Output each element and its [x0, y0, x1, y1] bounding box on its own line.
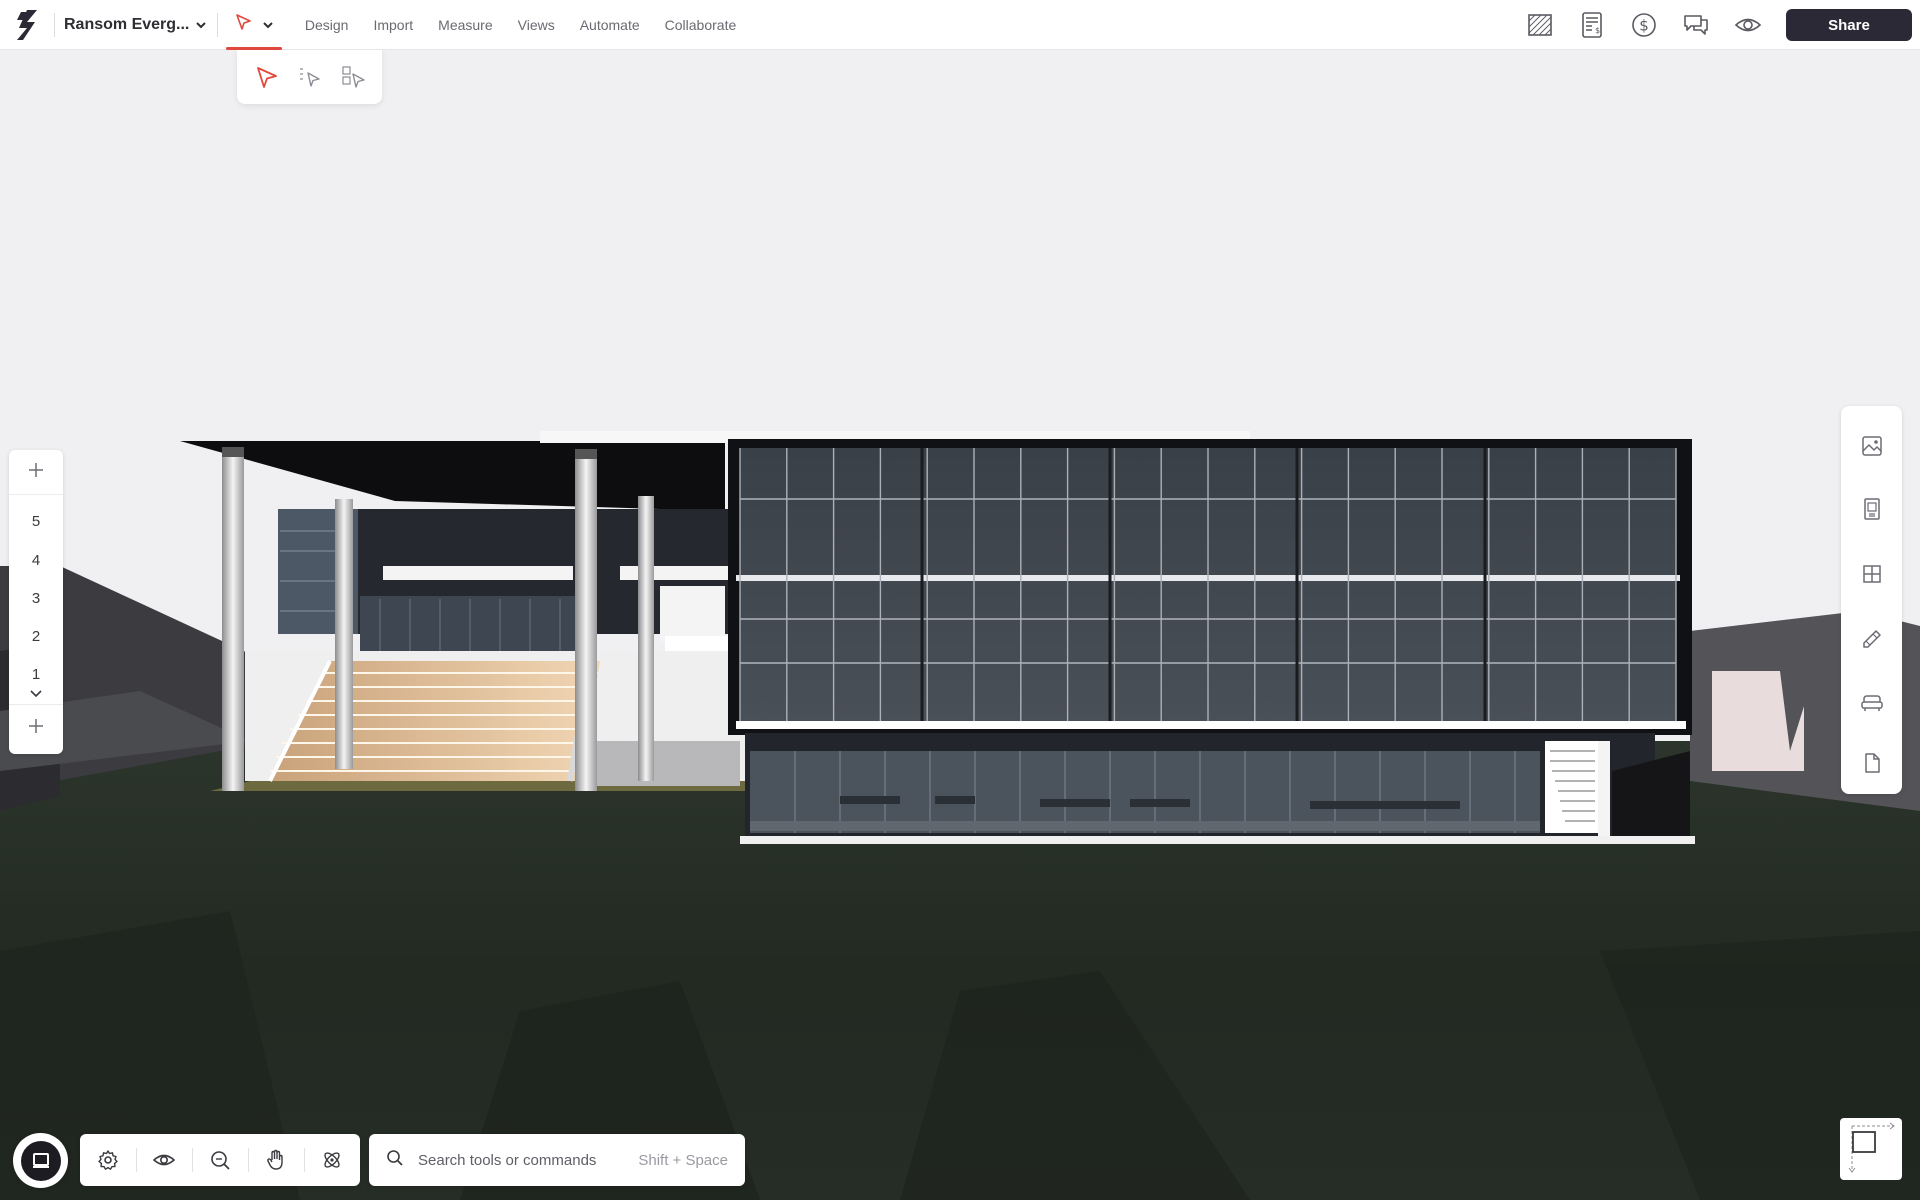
pencil-ruler-icon[interactable]: [1841, 609, 1902, 669]
multi-select-cursor-icon[interactable]: [292, 59, 328, 95]
divider: [9, 494, 63, 495]
selection-mode-popover: [237, 50, 382, 104]
share-button[interactable]: Share: [1786, 9, 1912, 41]
level-2[interactable]: 2: [9, 622, 63, 652]
elevator-icon[interactable]: [1841, 479, 1902, 539]
dollar-icon[interactable]: $: [1618, 0, 1670, 50]
search-shortcut-hint: Shift + Space: [638, 1151, 728, 1169]
hand-pan-icon[interactable]: [248, 1134, 304, 1186]
eye-icon[interactable]: [1722, 0, 1774, 50]
chevron-down-icon: [262, 19, 274, 31]
level-1[interactable]: 1: [9, 660, 63, 690]
view-toolbar: [80, 1134, 360, 1186]
add-level-above-button[interactable]: [9, 452, 63, 492]
menu-collaborate[interactable]: Collaborate: [652, 0, 749, 50]
chat-icon: [20, 1140, 61, 1181]
comments-icon[interactable]: [1670, 0, 1722, 50]
orbit-icon[interactable]: [304, 1134, 360, 1186]
divider: [217, 12, 219, 37]
divider: [9, 704, 63, 705]
add-level-below-button[interactable]: [9, 708, 63, 748]
selection-tool-button[interactable]: [226, 0, 283, 50]
chevron-down-icon: [195, 19, 207, 31]
window-grid-icon[interactable]: [1841, 544, 1902, 604]
cursor-arrow-icon: [234, 12, 254, 37]
level-selector-panel: 5 4 3 2 1: [9, 450, 63, 754]
search-placeholder: Search tools or commands: [418, 1151, 597, 1169]
top-bar: Ransom Everg... Design Import Measure Vi…: [0, 0, 1920, 50]
project-selector[interactable]: Ransom Everg...: [55, 0, 217, 50]
level-4[interactable]: 4: [9, 546, 63, 576]
menu-import[interactable]: Import: [361, 0, 426, 50]
right-tool-panel: [1841, 406, 1902, 794]
svg-text:$: $: [1639, 17, 1649, 35]
level-3[interactable]: 3: [9, 584, 63, 614]
top-right-actions: $ $ Share: [1514, 0, 1920, 50]
floor-plan-icon[interactable]: [1514, 0, 1566, 50]
plus-icon: [28, 462, 44, 483]
project-name: Ransom Everg...: [64, 15, 190, 33]
assistant-button[interactable]: [13, 1133, 68, 1188]
navigation-minimap[interactable]: [1840, 1118, 1902, 1180]
menu-automate[interactable]: Automate: [567, 0, 652, 50]
document-icon[interactable]: [1841, 733, 1902, 793]
level-5[interactable]: 5: [9, 507, 63, 537]
plus-icon: [28, 718, 44, 739]
image-render-icon[interactable]: [1841, 416, 1902, 476]
box-select-cursor-icon[interactable]: [335, 59, 371, 95]
main-menu: Design Import Measure Views Automate Col…: [292, 0, 748, 50]
app-logo-icon[interactable]: [0, 0, 54, 50]
settings-gear-icon[interactable]: [80, 1134, 136, 1186]
spreadsheet-cost-icon[interactable]: $: [1566, 0, 1618, 50]
chevron-down-icon[interactable]: [28, 687, 44, 701]
select-cursor-icon[interactable]: [249, 59, 285, 95]
menu-design[interactable]: Design: [292, 0, 361, 50]
sofa-icon[interactable]: [1841, 673, 1902, 733]
command-search-bar[interactable]: Search tools or commands Shift + Space: [369, 1134, 745, 1186]
menu-measure[interactable]: Measure: [426, 0, 505, 50]
3d-viewport[interactable]: [0, 51, 1920, 1200]
eye-visibility-icon[interactable]: [136, 1134, 192, 1186]
svg-text:$: $: [1595, 26, 1600, 35]
search-icon: [386, 1149, 404, 1172]
menu-views[interactable]: Views: [505, 0, 567, 50]
active-indicator: [226, 46, 283, 50]
zoom-fit-icon[interactable]: [192, 1134, 248, 1186]
